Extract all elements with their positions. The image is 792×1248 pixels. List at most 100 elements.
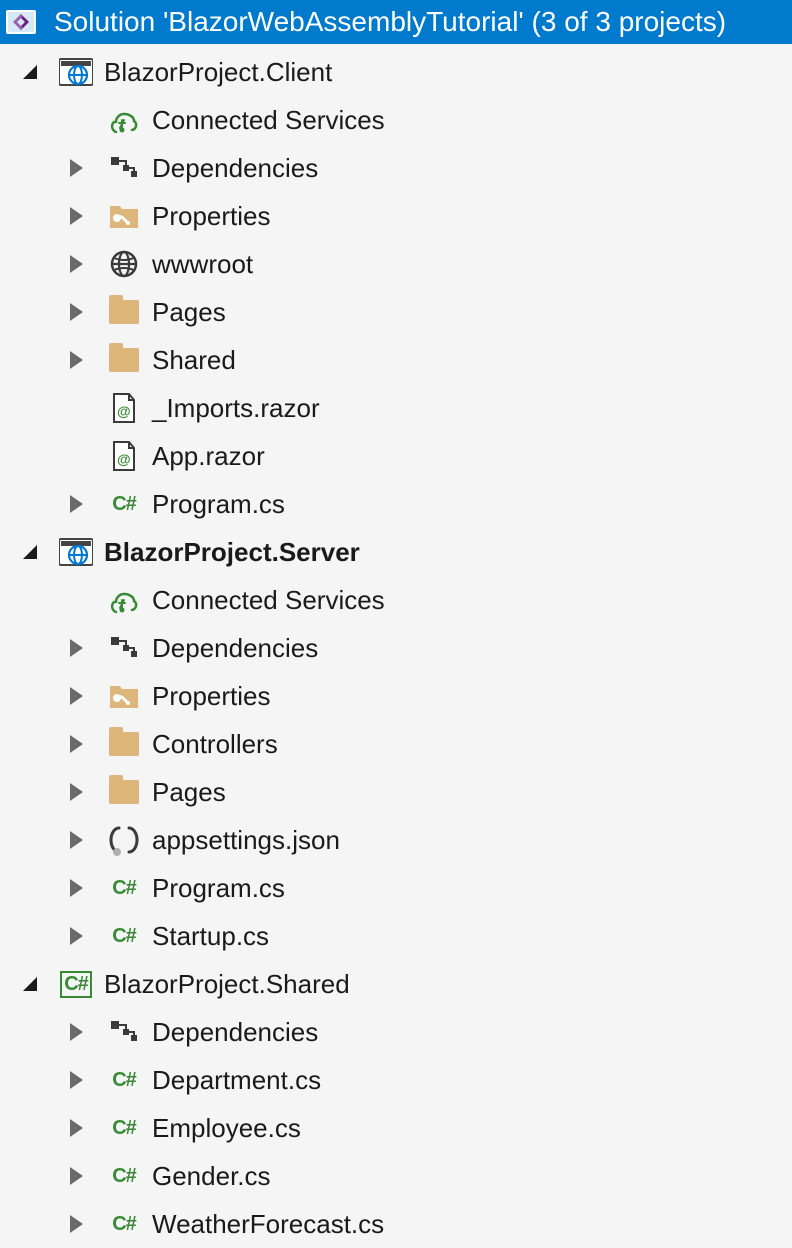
tree-item-icon-cell (100, 1008, 148, 1056)
tree-item[interactable]: Dependencies (0, 144, 792, 192)
csharp-project-icon: C# (59, 967, 93, 1001)
globe-icon (107, 247, 141, 281)
tree-item[interactable]: C#WeatherForecast.cs (0, 1200, 792, 1248)
tree-item-label: wwwroot (148, 249, 253, 280)
expander-collapsed-icon[interactable] (52, 816, 100, 864)
tree-item[interactable]: Dependencies (0, 624, 792, 672)
tree-item[interactable]: Connected Services (0, 96, 792, 144)
tree-indent (4, 672, 52, 720)
tree-item[interactable]: Properties (0, 192, 792, 240)
tree-indent (4, 576, 52, 624)
folder-icon (107, 343, 141, 377)
tree-item-icon-cell (100, 816, 148, 864)
tree-item-label: WeatherForecast.cs (148, 1209, 384, 1240)
tree-item[interactable]: C#Gender.cs (0, 1152, 792, 1200)
expander-collapsed-icon[interactable] (52, 720, 100, 768)
expander-collapsed-icon[interactable] (52, 1008, 100, 1056)
tree-item[interactable]: @_Imports.razor (0, 384, 792, 432)
tree-item-icon-cell (100, 96, 148, 144)
tree-item-icon-cell (100, 768, 148, 816)
expander-collapsed-icon[interactable] (52, 336, 100, 384)
expander-collapsed-icon[interactable] (52, 192, 100, 240)
tree-item[interactable]: C#Program.cs (0, 864, 792, 912)
expander-expanded-icon[interactable] (4, 960, 52, 1008)
expander-collapsed-icon[interactable] (52, 240, 100, 288)
expander-collapsed-icon[interactable] (52, 144, 100, 192)
tree-item-label: Startup.cs (148, 921, 269, 952)
tree-indent (4, 624, 52, 672)
tree-item-label: Gender.cs (148, 1161, 271, 1192)
tree-item[interactable]: appsettings.json (0, 816, 792, 864)
tree-item-label: Employee.cs (148, 1113, 301, 1144)
tree-item[interactable]: wwwroot (0, 240, 792, 288)
tree-item-label: Properties (148, 681, 271, 712)
connected-services-icon (107, 583, 141, 617)
expander-collapsed-icon[interactable] (52, 288, 100, 336)
project-node[interactable]: BlazorProject.Client (0, 48, 792, 96)
expander-collapsed-icon[interactable] (52, 1152, 100, 1200)
tree-item[interactable]: C#Startup.cs (0, 912, 792, 960)
tree-item[interactable]: Shared (0, 336, 792, 384)
tree-item[interactable]: @App.razor (0, 432, 792, 480)
tree-item-icon-cell (100, 672, 148, 720)
csharp-file-icon: C# (107, 871, 141, 905)
tree-item-icon-cell (100, 144, 148, 192)
tree-item[interactable]: Dependencies (0, 1008, 792, 1056)
svg-text:@: @ (117, 403, 131, 419)
tree-indent (4, 1008, 52, 1056)
expander-collapsed-icon[interactable] (52, 1200, 100, 1248)
csharp-file-icon: C# (107, 1111, 141, 1145)
expander-collapsed-icon[interactable] (52, 912, 100, 960)
tree-item-icon-cell: C# (100, 864, 148, 912)
tree-indent (4, 288, 52, 336)
csharp-file-icon: C# (107, 1159, 141, 1193)
expander-collapsed-icon[interactable] (52, 768, 100, 816)
tree-indent (4, 1152, 52, 1200)
tree-item-icon-cell (100, 576, 148, 624)
tree-item-icon-cell (100, 192, 148, 240)
web-project-icon (59, 535, 93, 569)
expander-collapsed-icon[interactable] (52, 864, 100, 912)
expander-expanded-icon[interactable] (4, 48, 52, 96)
expander-collapsed-icon[interactable] (52, 1056, 100, 1104)
tree-item[interactable]: Connected Services (0, 576, 792, 624)
tree-item[interactable]: C#Program.cs (0, 480, 792, 528)
expander-collapsed-icon[interactable] (52, 624, 100, 672)
folder-icon (107, 727, 141, 761)
project-node[interactable]: C#BlazorProject.Shared (0, 960, 792, 1008)
dependencies-icon (107, 631, 141, 665)
tree-item-icon-cell: @ (100, 432, 148, 480)
tree-item-label: App.razor (148, 441, 265, 472)
expander-collapsed-icon[interactable] (52, 672, 100, 720)
tree-indent (4, 240, 52, 288)
razor-file-icon: @ (107, 439, 141, 473)
expander-expanded-icon[interactable] (4, 528, 52, 576)
tree-item-icon-cell (100, 336, 148, 384)
folder-icon (107, 295, 141, 329)
tree-item-icon-cell: C# (100, 1104, 148, 1152)
razor-file-icon: @ (107, 391, 141, 425)
tree-indent (4, 384, 52, 432)
project-icon-cell (52, 48, 100, 96)
project-node[interactable]: BlazorProject.Server (0, 528, 792, 576)
tree-indent (4, 864, 52, 912)
tree-item-icon-cell: C# (100, 1152, 148, 1200)
web-project-icon (59, 55, 93, 89)
tree-item[interactable]: Properties (0, 672, 792, 720)
expander-collapsed-icon[interactable] (52, 480, 100, 528)
tree-item[interactable]: Pages (0, 768, 792, 816)
tree-item-icon-cell: C# (100, 1056, 148, 1104)
tree-item-label: Dependencies (148, 153, 318, 184)
tree-item[interactable]: Controllers (0, 720, 792, 768)
tree-item[interactable]: C#Employee.cs (0, 1104, 792, 1152)
tree-item-label: Shared (148, 345, 236, 376)
expander-collapsed-icon[interactable] (52, 1104, 100, 1152)
tree-indent (4, 912, 52, 960)
tree-item[interactable]: Pages (0, 288, 792, 336)
solution-title: Solution 'BlazorWebAssemblyTutorial' (3 … (50, 6, 726, 38)
tree-item-icon-cell (100, 288, 148, 336)
tree-item-label: Pages (148, 777, 226, 808)
expander-spacer (52, 432, 100, 480)
tree-item[interactable]: C#Department.cs (0, 1056, 792, 1104)
solution-header[interactable]: Solution 'BlazorWebAssemblyTutorial' (3 … (0, 0, 792, 44)
